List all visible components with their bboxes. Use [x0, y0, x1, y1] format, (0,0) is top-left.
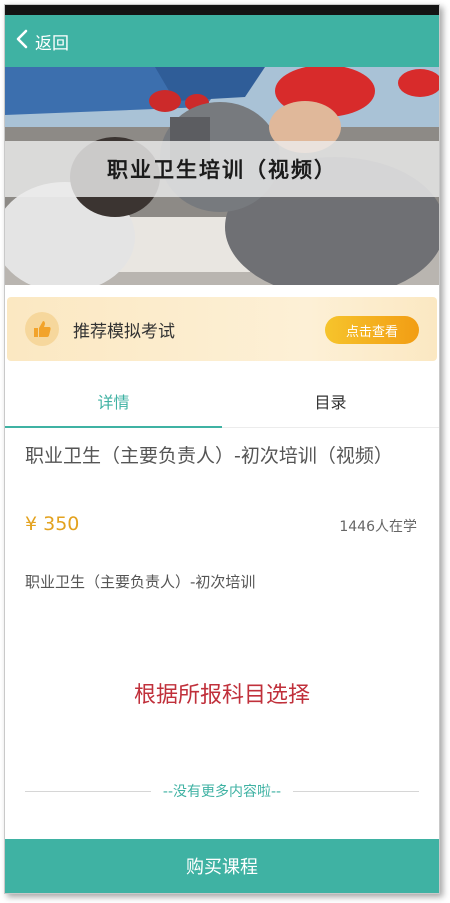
divider-line-left [25, 790, 151, 792]
status-bar [5, 5, 439, 15]
course-price: ¥ 350 [25, 513, 80, 535]
mock-exam-promo[interactable]: 推荐模拟考试 点击查看 [7, 297, 437, 361]
back-button[interactable]: 返回 [15, 29, 69, 54]
tab-details[interactable]: 详情 [5, 375, 222, 428]
course-description: 职业卫生（主要负责人）-初次培训 [25, 573, 256, 591]
tab-catalog[interactable]: 目录 [222, 375, 439, 427]
detail-tabs: 详情 目录 [5, 375, 439, 428]
back-label: 返回 [35, 33, 69, 54]
course-title: 职业卫生（主要负责人）-初次培训（视频） [25, 445, 393, 467]
banner-title: 职业卫生培训（视频） [107, 158, 337, 182]
chevron-left-icon [15, 29, 29, 53]
view-mock-exam-button[interactable]: 点击查看 [325, 316, 419, 344]
divider-line-right [293, 790, 419, 792]
promo-text: 推荐模拟考试 [73, 321, 175, 342]
buy-course-label: 购买课程 [186, 857, 258, 878]
buy-course-button[interactable]: 购买课程 [5, 839, 439, 893]
no-more-content-divider: --没有更多内容啦-- [25, 781, 419, 801]
banner-title-strip: 职业卫生培训（视频） [5, 141, 439, 197]
phone-screen: 返回 职业卫生培训（视频） 推荐模拟考试 点击查看 详情 目录 职业卫生（主要负… [4, 4, 440, 894]
thumbs-up-icon [25, 312, 59, 346]
top-nav-bar: 返回 [5, 15, 439, 67]
selection-note: 根据所报科目选择 [133, 683, 310, 708]
course-banner: 职业卫生培训（视频） [5, 67, 439, 285]
no-more-content-text: --没有更多内容啦-- [162, 784, 282, 800]
learner-count: 1446人在学 [339, 519, 417, 535]
